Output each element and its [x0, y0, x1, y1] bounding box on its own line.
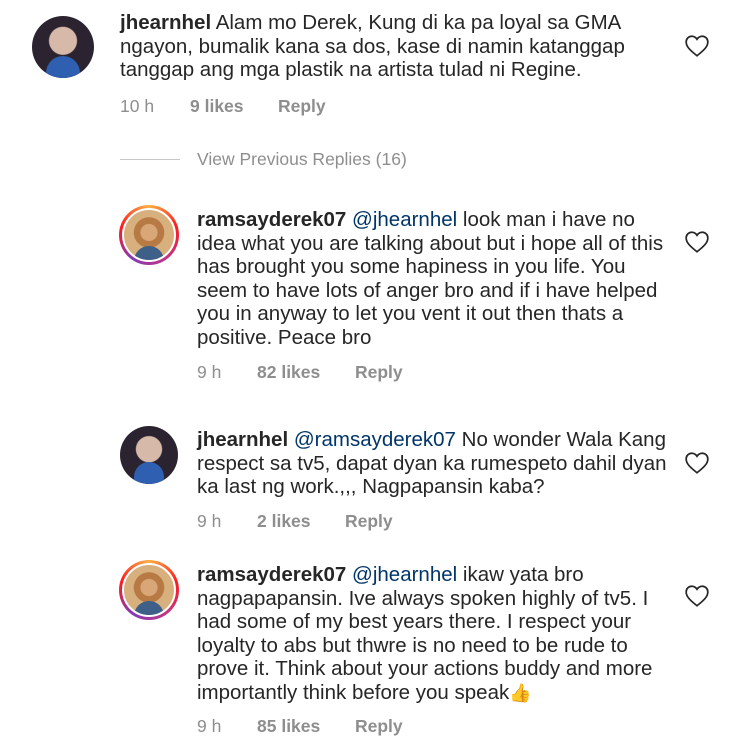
view-previous-replies[interactable]: View Previous Replies (16)	[120, 149, 440, 173]
likes-count[interactable]: 85 likes	[257, 716, 320, 737]
mention-link[interactable]: @jhearnhel	[346, 563, 457, 586]
avatar-jhearnhel[interactable]	[32, 16, 94, 78]
avatar-jhearnhel[interactable]	[120, 426, 178, 484]
avatar-ramsayderek07[interactable]	[119, 560, 179, 620]
timestamp: 10 h	[120, 96, 155, 116]
likes-count[interactable]: 82 likes	[257, 362, 320, 383]
username-link[interactable]: jhearnhel	[197, 428, 288, 451]
username-link[interactable]: ramsayderek07	[197, 563, 346, 586]
reply-button[interactable]: Reply	[355, 716, 403, 737]
comment-body: jhearnhel @ramsayderek07 No wonder Wala …	[197, 428, 667, 499]
timestamp: 9 h	[197, 716, 222, 736]
thumbs-up-emoji: 👍	[509, 682, 532, 703]
heart-icon[interactable]	[684, 230, 710, 254]
timestamp: 9 h	[197, 511, 222, 531]
username-link[interactable]: jhearnhel	[120, 11, 211, 34]
reply-button[interactable]: Reply	[345, 511, 393, 532]
mention-link[interactable]: @jhearnhel	[346, 208, 457, 231]
mention-link[interactable]: @ramsayderek07	[288, 428, 456, 451]
username-link[interactable]: ramsayderek07	[197, 208, 346, 231]
timestamp: 9 h	[197, 362, 222, 382]
heart-icon[interactable]	[684, 34, 710, 58]
avatar-ramsayderek07[interactable]	[119, 205, 179, 265]
heart-icon[interactable]	[684, 451, 710, 475]
heart-icon[interactable]	[684, 584, 710, 608]
divider-line	[120, 159, 180, 160]
likes-count[interactable]: 2 likes	[257, 511, 311, 532]
comment-body: ramsayderek07 @jhearnhel ikaw yata bro n…	[197, 563, 667, 705]
comment-body: ramsayderek07 @jhearnhel look man i have…	[197, 208, 667, 350]
reply-button[interactable]: Reply	[355, 362, 403, 383]
comment-body: jhearnhel Alam mo Derek, Kung di ka pa l…	[120, 11, 625, 82]
view-previous-label[interactable]: View Previous Replies (16)	[197, 149, 407, 170]
likes-count[interactable]: 9 likes	[190, 96, 244, 117]
reply-button[interactable]: Reply	[278, 96, 326, 117]
